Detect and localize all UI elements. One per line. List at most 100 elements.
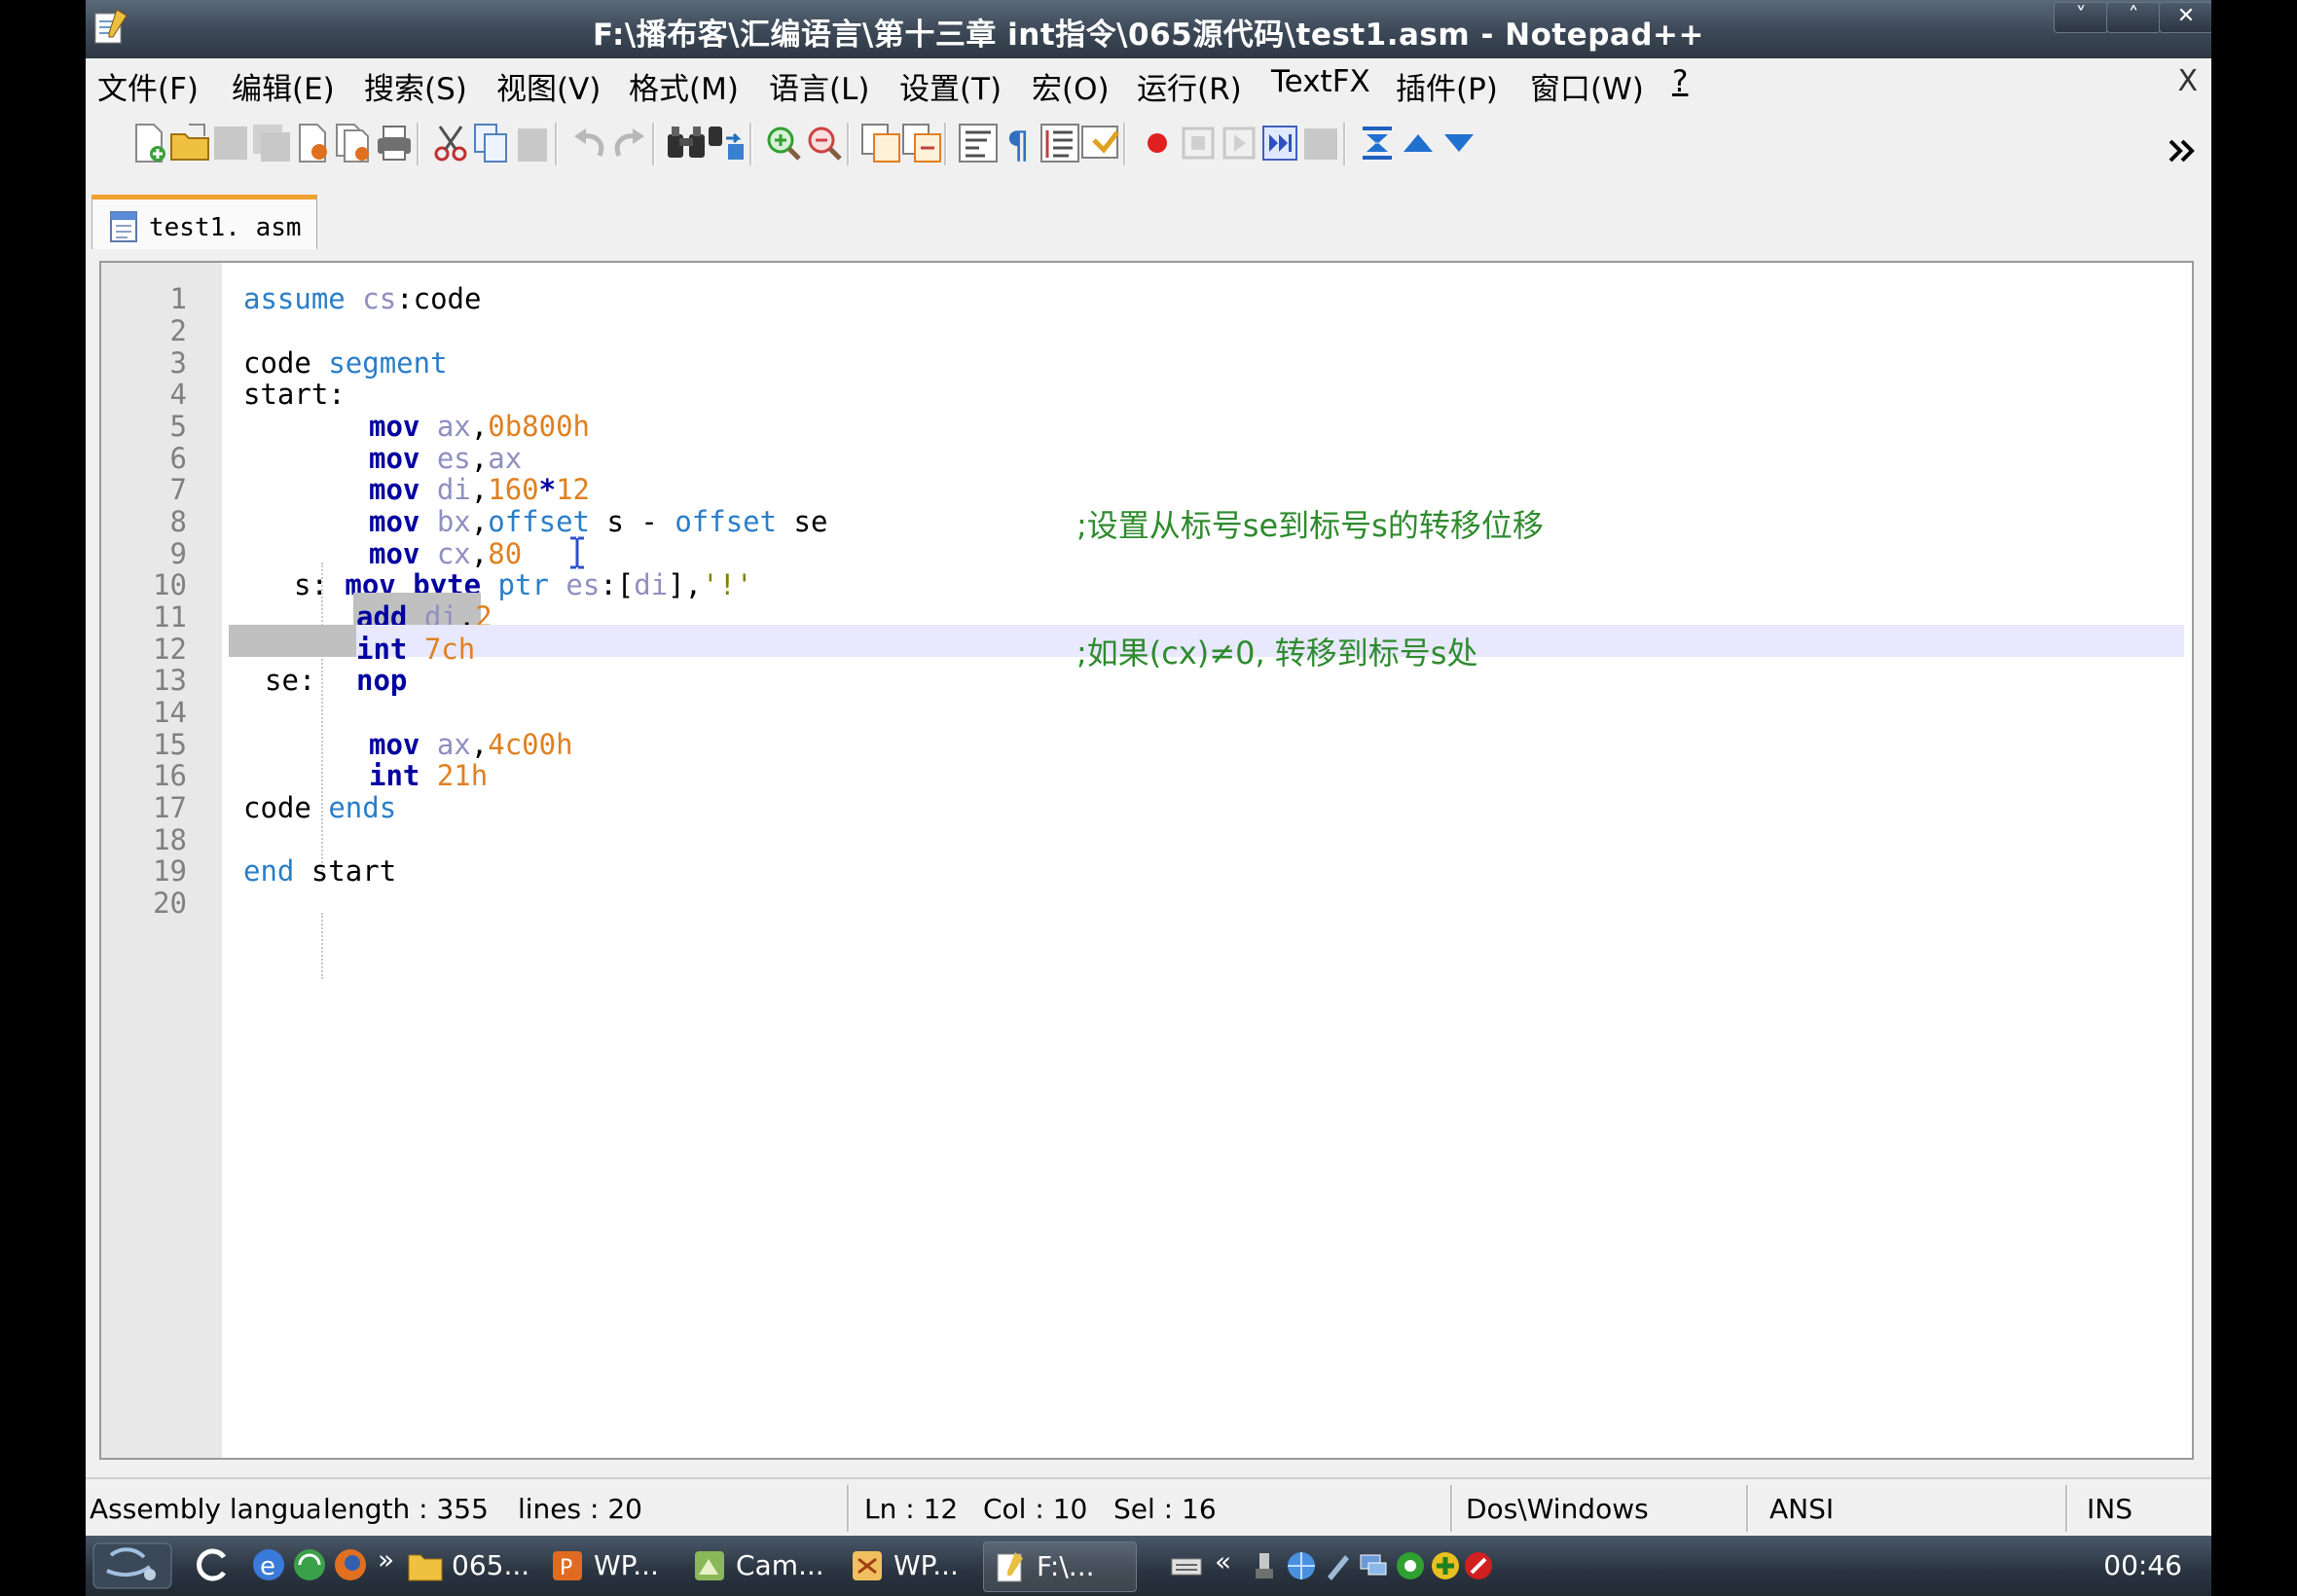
copy-icon[interactable] — [469, 121, 514, 165]
menu-plugins[interactable]: 插件(P) — [1396, 64, 1498, 108]
open-file-icon[interactable] — [167, 121, 212, 165]
code-area[interactable]: 1 assume cs:code 2 3 code segment 4 star… — [101, 263, 2192, 1458]
zoom-out-icon[interactable] — [802, 121, 847, 165]
tab-test1-asm[interactable]: test1. asm — [91, 195, 317, 249]
green-circle-icon[interactable] — [1394, 1549, 1427, 1582]
firefox-icon[interactable] — [331, 1545, 370, 1584]
arrow-up-icon[interactable] — [1396, 121, 1440, 165]
toolbar-separator — [555, 123, 558, 165]
show-all-chars-icon[interactable]: ¶ — [997, 121, 1041, 165]
pen-tool-icon[interactable] — [1322, 1549, 1355, 1582]
toolbar-separator — [847, 123, 850, 165]
line-number: 20 — [153, 887, 187, 920]
save-icon[interactable] — [208, 121, 253, 165]
green-app-icon[interactable] — [290, 1545, 329, 1584]
system-clock[interactable]: 00:46 — [2103, 1549, 2182, 1581]
menu-textfx[interactable]: TextFX — [1271, 64, 1370, 99]
user-lang-icon[interactable] — [1078, 121, 1123, 165]
task-notepadpp-active[interactable]: F:\... — [983, 1542, 1137, 1592]
save-macro-icon[interactable] — [1298, 121, 1343, 165]
status-separator — [847, 1485, 850, 1532]
save-all-icon[interactable] — [249, 121, 294, 165]
close-all-icon[interactable] — [331, 121, 376, 165]
toolbar: ¶ — [86, 109, 2211, 185]
folder-icon — [408, 1554, 443, 1581]
menu-help[interactable]: ? — [1672, 64, 1688, 99]
task-label: WP... — [594, 1549, 659, 1581]
tab-label: test1. asm — [149, 213, 302, 242]
maximize-button[interactable]: ˄ — [2106, 2, 2161, 33]
collapse-fold-icon[interactable] — [1355, 121, 1400, 165]
sync-horizontal-icon[interactable] — [899, 121, 944, 165]
task-camtasia[interactable]: Cam... — [683, 1542, 829, 1590]
zoom-in-icon[interactable] — [761, 121, 806, 165]
toolbar-separator — [417, 123, 419, 165]
status-selection: Sel : 16 — [1113, 1493, 1217, 1525]
browser-icon[interactable]: e — [249, 1545, 288, 1584]
keyboard-icon[interactable] — [1170, 1549, 1203, 1582]
menu-macro[interactable]: 宏(O) — [1032, 64, 1110, 108]
sync-vertical-icon[interactable] — [858, 121, 903, 165]
antivirus-icon[interactable] — [1462, 1549, 1495, 1582]
refresh-icon[interactable] — [191, 1543, 234, 1586]
menu-view[interactable]: 视图(V) — [496, 64, 601, 108]
tray-overflow-button[interactable]: « — [1215, 1545, 1231, 1578]
find-icon[interactable] — [664, 121, 709, 165]
title-bar[interactable]: F:\播布客\汇编语言\第十三章 int指令\065源代码\test1.asm … — [86, 0, 2211, 58]
close-window-button[interactable]: ✕ — [2159, 2, 2211, 33]
undo-icon[interactable] — [566, 121, 611, 165]
new-file-icon[interactable] — [127, 121, 171, 165]
network-computer-icon[interactable] — [1357, 1549, 1390, 1582]
replace-icon[interactable] — [705, 121, 749, 165]
svg-text:e: e — [260, 1552, 275, 1581]
redo-icon[interactable] — [607, 121, 652, 165]
menu-bar: 文件(F) 编辑(E) 搜索(S) 视图(V) 格式(M) 语言(L) 设置(T… — [86, 58, 2211, 109]
start-button-icon[interactable] — [91, 1542, 173, 1590]
word-wrap-icon[interactable] — [956, 121, 1001, 165]
run-macro-multiple-icon[interactable] — [1258, 121, 1302, 165]
play-macro-icon[interactable] — [1217, 121, 1261, 165]
network-globe-icon[interactable] — [1285, 1549, 1318, 1582]
tab-bar: test1. asm — [86, 185, 2211, 253]
arrow-down-icon[interactable] — [1437, 121, 1481, 165]
close-file-icon[interactable] — [290, 121, 335, 165]
task-explorer[interactable]: 065... — [399, 1542, 531, 1590]
menu-edit[interactable]: 编辑(E) — [232, 64, 335, 108]
window-title: F:\播布客\汇编语言\第十三章 int指令\065源代码\test1.asm … — [593, 18, 1704, 53]
menu-format[interactable]: 格式(M) — [629, 64, 739, 108]
status-column: Col : 10 — [983, 1493, 1088, 1525]
record-macro-icon[interactable] — [1135, 121, 1180, 165]
menu-file[interactable]: 文件(F) — [97, 64, 199, 108]
code-line: 20 — [101, 879, 2192, 926]
notepad-app-icon — [997, 1552, 1023, 1582]
task-wps-presentation[interactable]: P WP... — [541, 1542, 674, 1590]
cut-icon[interactable] — [428, 121, 473, 165]
indent-guide-icon[interactable] — [1038, 121, 1082, 165]
quicklaunch-overflow[interactable]: » — [378, 1543, 394, 1576]
menu-search[interactable]: 搜索(S) — [364, 64, 467, 108]
stop-macro-icon[interactable] — [1176, 121, 1221, 165]
menu-settings[interactable]: 设置(T) — [899, 64, 1002, 108]
menu-language[interactable]: 语言(L) — [769, 64, 869, 108]
notepadpp-window: F:\播布客\汇编语言\第十三章 int指令\065源代码\test1.asm … — [86, 0, 2211, 1596]
usb-icon[interactable] — [1248, 1549, 1281, 1582]
status-encoding: ANSI — [1769, 1493, 1835, 1525]
task-wps-writer[interactable]: WP... — [841, 1542, 973, 1590]
close-document-button[interactable]: X — [2177, 64, 2198, 98]
print-icon[interactable] — [372, 121, 417, 165]
status-separator — [2065, 1485, 2068, 1532]
task-label: WP... — [893, 1549, 959, 1581]
menu-window[interactable]: 窗口(W) — [1530, 64, 1644, 108]
minimize-button[interactable]: ˅ — [2054, 2, 2108, 33]
status-eol-format: Dos\Windows — [1466, 1493, 1649, 1525]
document-icon — [110, 211, 137, 242]
menu-run[interactable]: 运行(R) — [1137, 64, 1242, 108]
taskbar: e » 065... P WP... Cam... WP... F:\... « — [86, 1536, 2211, 1596]
paste-icon[interactable] — [510, 121, 555, 165]
toolbar-separator — [652, 123, 655, 165]
code-editor[interactable]: 1 assume cs:code 2 3 code segment 4 star… — [99, 261, 2194, 1460]
toolbar-separator — [944, 123, 947, 165]
toolbar-overflow-icon[interactable] — [2165, 128, 2200, 173]
task-label: Cam... — [736, 1549, 824, 1581]
plus-shield-icon[interactable] — [1429, 1549, 1462, 1582]
